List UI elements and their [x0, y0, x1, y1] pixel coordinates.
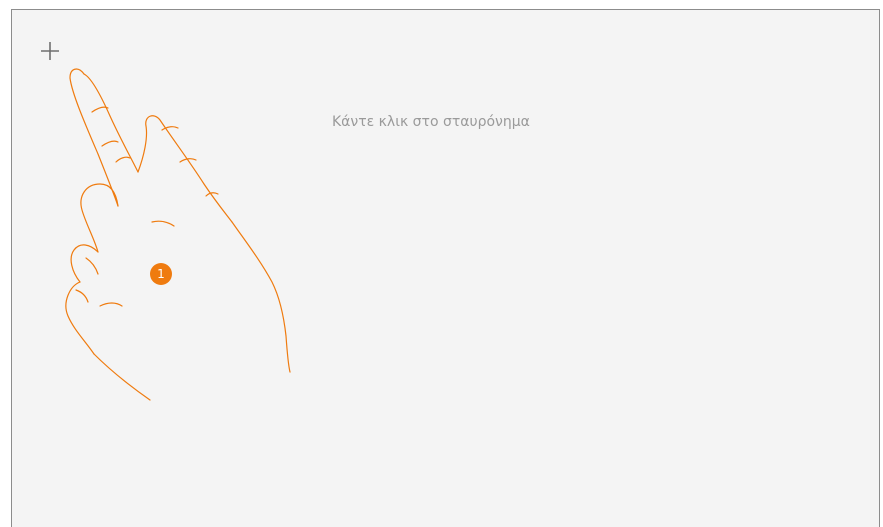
crosshair-plus-icon[interactable]: [40, 41, 60, 61]
step-badge: 1: [150, 263, 172, 285]
instruction-text: Κάντε κλικ στο σταυρόνημα: [332, 114, 530, 130]
pointing-hand-icon: [65, 68, 291, 401]
touch-screen: Κάντε κλικ στο σταυρόνημα 1: [11, 9, 880, 527]
